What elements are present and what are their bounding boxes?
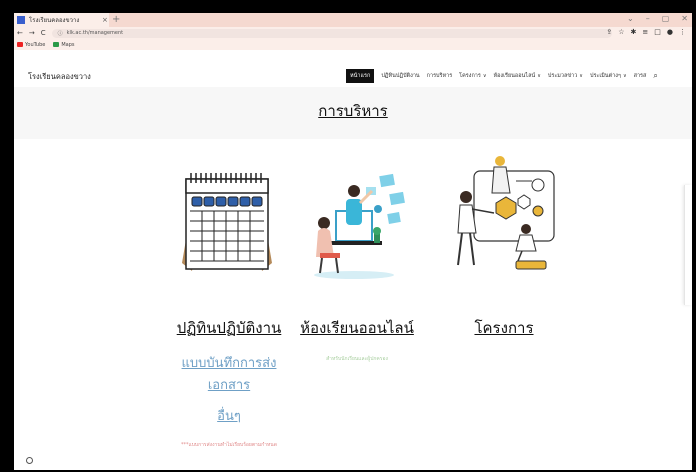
close-window-icon[interactable]: ✕ [681, 14, 688, 23]
maximize-icon[interactable]: ▢ [662, 14, 670, 23]
accessibility-icon[interactable] [26, 457, 33, 464]
reload-icon[interactable]: C [41, 29, 46, 37]
side-panel-edge[interactable] [684, 185, 692, 305]
menu-label: ประเมินต่างๆ [589, 73, 621, 79]
search-icon[interactable]: ⌕ [653, 71, 657, 81]
chevron-down-icon: ∨ [537, 73, 541, 79]
menu-lines-icon[interactable]: ≡ [642, 28, 648, 36]
address-bar-row: ← → C ⓘ klk.ac.th/management [14, 27, 692, 39]
maps-icon [53, 42, 60, 47]
documents-link[interactable]: เอกสาร [164, 374, 294, 395]
online-class-note: สำหรับนักเรียนและผู้ปกครอง [326, 356, 388, 362]
submission-record-link[interactable]: แบบบันทึกการส่ง [164, 352, 294, 373]
bookmark-label: YouTube [25, 41, 46, 48]
main-menu: หน้าแรก ปฏิทินปฏิบัติงาน การบริหาร โครงก… [346, 69, 658, 83]
site-header: โรงเรียนคลองขวาง หน้าแรก ปฏิทินปฏิบัติงา… [14, 65, 692, 87]
bookmark-youtube[interactable]: YouTube [17, 42, 45, 48]
chevron-down-icon[interactable]: ⌄ [627, 14, 634, 23]
calendar-title[interactable]: ปฏิทินปฏิบัติงาน [159, 316, 299, 340]
site-name[interactable]: โรงเรียนคลองขวาง [28, 71, 91, 83]
minimize-icon[interactable]: – [646, 14, 650, 23]
menu-item-projects[interactable]: โครงการ ∨ [459, 72, 486, 80]
more-vert-icon[interactable]: ⋮ [679, 28, 686, 36]
other-link[interactable]: อื่นๆ [164, 405, 294, 426]
menu-item-info[interactable]: สารส [634, 72, 647, 80]
tab-bar: โรงเรียนคลองขวาง × + ⌄ – ▢ ✕ [14, 13, 692, 27]
forward-arrow-icon[interactable]: → [29, 29, 35, 37]
bookmark-label: Maps [61, 41, 75, 48]
menu-item-management[interactable]: การบริหาร [427, 72, 453, 80]
share-icon[interactable]: ⇪ [606, 28, 612, 36]
tab-close-icon[interactable]: × [102, 16, 108, 24]
youtube-icon [17, 42, 23, 47]
new-tab-button[interactable]: + [112, 14, 120, 25]
menu-label: โครงการ [459, 73, 481, 79]
online-class-column [294, 153, 420, 287]
projects-illustration-icon[interactable] [444, 153, 570, 283]
bookmarks-bar: YouTube Maps [14, 39, 692, 50]
page-header-band: การบริหาร [14, 87, 692, 139]
back-arrow-icon[interactable]: ← [17, 29, 23, 37]
menu-label: ประมวลข่าว [547, 73, 578, 79]
site-favicon-icon [17, 16, 25, 24]
extension-toolbar: ⇪ ☆ ✱ ≡ □ ● ⋮ [606, 28, 686, 36]
window-controls: ⌄ – ▢ ✕ [627, 14, 688, 23]
browser-tab[interactable]: โรงเรียนคลองขวาง × [14, 13, 109, 27]
chevron-down-icon: ∨ [482, 73, 487, 79]
bookmark-maps[interactable]: Maps [53, 41, 75, 48]
online-class-title[interactable]: ห้องเรียนออนไลน์ [292, 316, 422, 340]
menu-item-home[interactable]: หน้าแรก [346, 69, 375, 83]
projects-column [444, 153, 570, 287]
star-icon[interactable]: ☆ [618, 28, 624, 36]
chevron-down-icon: ∨ [622, 73, 627, 79]
menu-item-news[interactable]: ประมวลข่าว ∨ [548, 72, 583, 80]
extension-icon[interactable]: ✱ [631, 28, 637, 36]
menu-item-calendar[interactable]: ปฏิทินปฏิบัติงาน [381, 72, 419, 80]
tab-title: โรงเรียนคลองขวาง [29, 17, 80, 24]
menu-item-assessment[interactable]: ประเมินต่างๆ ∨ [590, 72, 627, 80]
page-title: การบริหาร [318, 102, 388, 120]
sidebar-icon[interactable]: □ [654, 28, 661, 36]
online-class-illustration-icon[interactable] [294, 153, 420, 283]
calendar-column [164, 153, 290, 287]
projects-title[interactable]: โครงการ [454, 316, 554, 340]
calendar-illustration-icon[interactable] [164, 153, 290, 283]
site-info-icon[interactable]: ⓘ [58, 30, 63, 37]
menu-label: ห้องเรียนออนไลน์ [493, 73, 536, 79]
url-input[interactable]: ⓘ klk.ac.th/management [51, 28, 612, 38]
url-text: klk.ac.th/management [66, 30, 124, 36]
calendar-note: ***แบบการส่งงานทำไม่เรียบร้อยตามกำหนด [181, 442, 277, 448]
chevron-down-icon: ∨ [579, 73, 583, 79]
profile-icon[interactable]: ● [667, 28, 673, 36]
browser-window: โรงเรียนคลองขวาง × + ⌄ – ▢ ✕ ← → C ⓘ klk… [14, 13, 692, 470]
menu-item-online-class[interactable]: ห้องเรียนออนไลน์ ∨ [494, 72, 541, 80]
